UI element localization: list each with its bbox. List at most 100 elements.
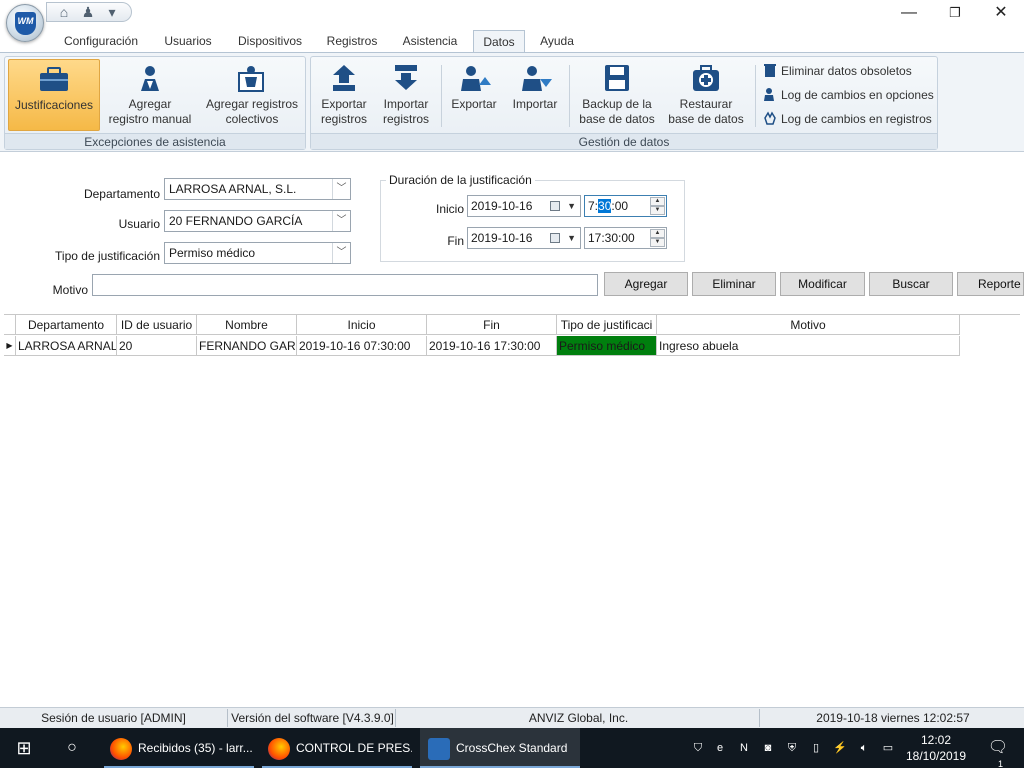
agregar-registro-manual-button[interactable]: Agregar registro manual	[105, 59, 195, 131]
user-log-icon	[764, 88, 774, 101]
exportar-button[interactable]: Exportar	[447, 59, 501, 131]
version-status: Versión del software [V4.3.9.0]	[230, 709, 396, 727]
crosschex-tray-icon[interactable]: ⛉	[690, 740, 706, 756]
tab-asistencia[interactable]: Asistencia	[396, 30, 464, 52]
quick-access-toolbar: ⌂ ♟ ▾	[46, 2, 132, 22]
modificar-button[interactable]: Modificar	[780, 272, 865, 296]
column-header-motivo[interactable]: Motivo	[657, 315, 960, 335]
importar-registros-button[interactable]: Importar registros	[377, 59, 435, 131]
inicio-time-minute: 30	[598, 199, 612, 213]
restaurar-button[interactable]: Restaurar base de datos	[663, 59, 749, 131]
users-icon[interactable]: ♟	[79, 4, 97, 20]
tab-dispositivos[interactable]: Dispositivos	[230, 30, 310, 52]
search-circle-icon[interactable]: ○	[48, 728, 96, 768]
notification-count-badge: 1	[998, 759, 1004, 768]
reporte-button[interactable]: Reporte	[957, 272, 1024, 296]
justificaciones-label: Justificaciones	[14, 98, 94, 112]
agregar-colectivos-label-1: Agregar registros	[205, 97, 299, 111]
calendar-icon[interactable]	[550, 201, 560, 211]
dropdown-icon[interactable]: ▾	[103, 4, 121, 20]
cell-nombre[interactable]: FERNANDO GARC	[197, 336, 297, 356]
taskbar-item-firefox-1[interactable]: Recibidos (35) - larr...	[104, 728, 254, 768]
tipo-justificacion-select[interactable]: Permiso médico ﹀	[164, 242, 351, 264]
status-bar: Sesión de usuario [ADMIN] Versión del so…	[0, 707, 1024, 728]
volume-icon[interactable]: 🔈︎	[856, 740, 872, 756]
group-excepciones: Justificaciones Agregar registro manual …	[4, 56, 306, 150]
usuario-label: Usuario	[118, 217, 160, 231]
departamento-label: Departamento	[83, 187, 160, 201]
cell-fin[interactable]: 2019-10-16 17:30:00	[427, 336, 557, 356]
tab-ayuda[interactable]: Ayuda	[532, 30, 582, 52]
departamento-select[interactable]: LARROSA ARNAL, S.L. ﹀	[164, 178, 351, 200]
fin-time-input[interactable]: 17:30:00 ▲ ▼	[584, 227, 667, 249]
browser-tray-icon[interactable]: e	[712, 740, 728, 756]
cell-id-usuario[interactable]: 20	[117, 336, 197, 356]
taskbar-item-firefox-2[interactable]: CONTROL DE PRES...	[262, 728, 412, 768]
usb-tray-icon[interactable]: ▯	[808, 740, 824, 756]
cell-motivo[interactable]: Ingreso abuela	[657, 336, 960, 356]
motivo-input[interactable]	[92, 274, 598, 296]
restore-button[interactable]: ❐	[932, 0, 978, 26]
cell-departamento[interactable]: LARROSA ARNAL,	[16, 336, 117, 356]
buscar-button[interactable]: Buscar	[869, 272, 953, 296]
column-header-departamento[interactable]: Departamento	[16, 315, 117, 335]
cell-tipo[interactable]: Permiso médico	[557, 336, 657, 356]
column-header-id-usuario[interactable]: ID de usuario	[117, 315, 197, 335]
windows-start-icon[interactable]: ⊞	[0, 728, 48, 768]
home-icon[interactable]: ⌂	[55, 4, 73, 20]
separator	[441, 65, 442, 127]
importar-button[interactable]: Importar	[507, 59, 563, 131]
exportar-registros-button[interactable]: Exportar registros	[315, 59, 373, 131]
eliminar-obsoletos-button[interactable]: Eliminar datos obsoletos	[763, 61, 912, 81]
firefox-icon	[110, 737, 132, 760]
inicio-time-input[interactable]: 7:30:00 ▲ ▼	[584, 195, 667, 217]
n-tray-icon[interactable]: N	[736, 740, 752, 756]
usuario-select[interactable]: 20 FERNANDO GARCÍA ﹀	[164, 210, 351, 232]
spin-down-icon[interactable]: ▼	[650, 238, 665, 247]
duracion-legend: Duración de la justificación	[386, 173, 535, 187]
column-header-fin[interactable]: Fin	[427, 315, 557, 335]
fin-date-picker[interactable]: 2019-10-16 ▼	[467, 227, 581, 249]
tab-usuarios[interactable]: Usuarios	[158, 30, 218, 52]
eliminar-button[interactable]: Eliminar	[692, 272, 776, 296]
tab-configuracion[interactable]: Configuración	[56, 30, 146, 52]
taskbar-item-crosschex[interactable]: CrossChex Standard	[420, 728, 580, 768]
backup-button[interactable]: Backup de la base de datos	[575, 59, 659, 131]
exportar-label: Exportar	[451, 97, 497, 111]
tab-registros[interactable]: Registros	[320, 30, 384, 52]
shield-logo-icon: WM	[15, 12, 36, 35]
column-header-inicio[interactable]: Inicio	[297, 315, 427, 335]
agregar-registros-colectivos-button[interactable]: Agregar registros colectivos	[201, 59, 303, 131]
network-icon[interactable]: ▭	[880, 740, 896, 756]
inicio-date-picker[interactable]: 2019-10-16 ▼	[467, 195, 581, 217]
close-button[interactable]: ✕	[978, 0, 1024, 26]
dropdown-arrow-icon[interactable]: ▼	[567, 196, 576, 216]
agregar-button[interactable]: Agregar	[604, 272, 688, 296]
cell-inicio[interactable]: 2019-10-16 07:30:00	[297, 336, 427, 356]
duracion-fieldset	[380, 180, 685, 262]
spin-up-icon[interactable]: ▲	[650, 229, 665, 238]
taskbar-item-3-label: CrossChex Standard	[456, 741, 568, 755]
log-registros-button[interactable]: Log de cambios en registros	[763, 109, 932, 129]
chevron-down-icon: ﹀	[332, 211, 350, 231]
spin-down-icon[interactable]: ▼	[650, 206, 665, 215]
export-user-icon	[461, 66, 491, 91]
minimize-button[interactable]: —	[886, 0, 932, 26]
justificaciones-button[interactable]: Justificaciones	[8, 59, 100, 131]
notifications-icon[interactable]: 🗨︎ 1	[980, 728, 1016, 768]
spin-up-icon[interactable]: ▲	[650, 197, 665, 206]
tipo-justificacion-label: Tipo de justificación	[55, 249, 160, 263]
grid-corner	[4, 315, 16, 335]
column-header-nombre[interactable]: Nombre	[197, 315, 297, 335]
log-opciones-button[interactable]: Log de cambios en opciones	[763, 85, 934, 105]
tab-datos[interactable]: Datos	[473, 30, 525, 52]
first-aid-kit-icon	[693, 65, 719, 91]
taskbar-clock[interactable]: 12:02 18/10/2019	[900, 728, 972, 768]
dropdown-arrow-icon[interactable]: ▼	[567, 228, 576, 248]
app-tray-icon[interactable]: ◙	[760, 740, 776, 756]
column-header-tipo[interactable]: Tipo de justificaci	[557, 315, 657, 335]
app-logo[interactable]: WM	[6, 4, 44, 42]
update-tray-icon[interactable]: ⚡	[832, 740, 848, 756]
calendar-icon[interactable]	[550, 233, 560, 243]
shield-tray-icon[interactable]: ⛨	[784, 740, 800, 756]
